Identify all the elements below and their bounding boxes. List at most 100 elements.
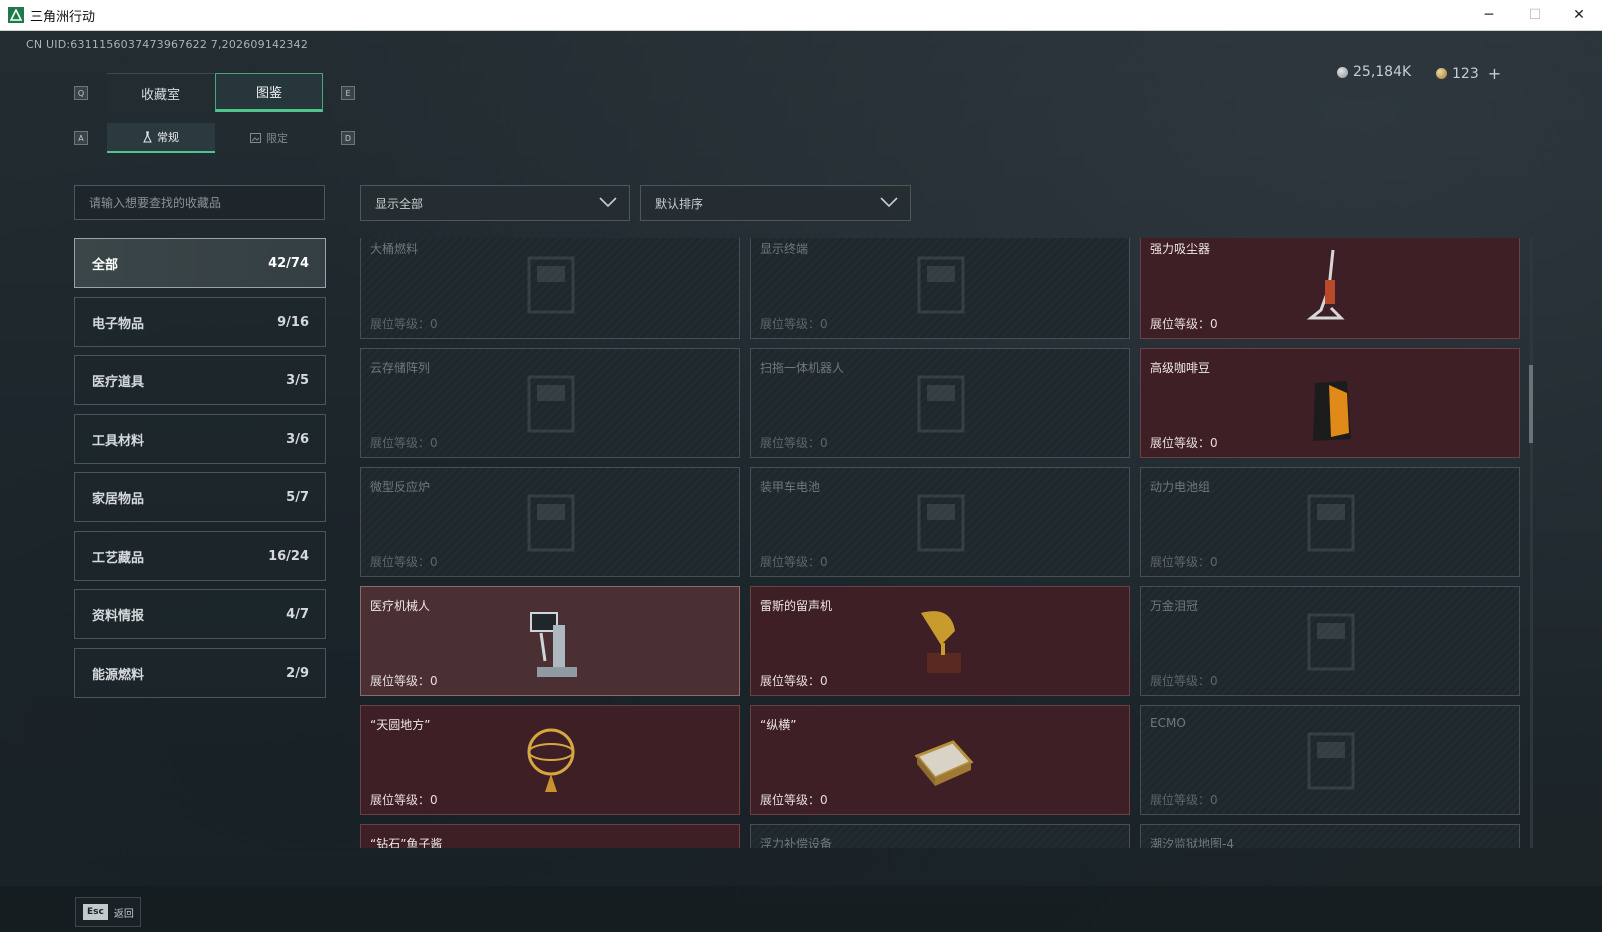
tab-codex[interactable]: 图鉴 xyxy=(215,73,323,112)
tab-next-key: E xyxy=(341,86,355,100)
subtab-limited[interactable]: 限定 xyxy=(215,123,323,153)
armillary-icon xyxy=(527,728,575,792)
card-level: 展位等级：0 xyxy=(1150,555,1218,569)
category-count: 5/7 xyxy=(286,489,309,505)
sort-dropdown[interactable]: 默认排序 xyxy=(640,185,911,221)
map-icon xyxy=(1281,839,1381,848)
card-level: 展位等级：0 xyxy=(760,793,828,807)
gramophone-icon xyxy=(921,611,961,673)
card-level: 展位等级：0 xyxy=(760,317,828,331)
card-level: 展位等级：0 xyxy=(370,674,438,688)
category-count: 42/74 xyxy=(268,255,309,271)
category-count: 3/5 xyxy=(286,372,309,388)
collection-card[interactable]: 动力电池组展位等级：0 xyxy=(1140,467,1520,577)
category-count: 4/7 xyxy=(286,606,309,622)
close-button[interactable]: ✕ xyxy=(1556,0,1602,30)
tab-label: 收藏室 xyxy=(140,87,180,103)
silver-amount: 25,184K xyxy=(1353,64,1412,80)
category-crafts[interactable]: 工艺藏品 16/24 xyxy=(74,531,326,581)
collection-card[interactable]: “天圆地方” 展位等级：0 xyxy=(360,705,740,815)
category-label: 能源燃料 xyxy=(92,667,145,683)
medical-robot-icon xyxy=(530,612,577,677)
add-currency-button[interactable]: + xyxy=(1488,64,1501,83)
subtab-next-key: D xyxy=(341,131,355,145)
card-level: 展位等级：0 xyxy=(1150,793,1218,807)
tab-collection-room[interactable]: 收藏室 xyxy=(107,73,214,112)
card-name: 大桶燃料 xyxy=(370,242,419,256)
collection-card[interactable]: ECMO 展位等级：0 xyxy=(1140,705,1520,815)
flask-icon xyxy=(143,131,152,143)
card-name: 高级咖啡豆 xyxy=(1150,361,1211,375)
card-name: 装甲车电池 xyxy=(760,480,821,494)
app-logo-icon xyxy=(8,7,24,23)
collection-card[interactable]: 云存储阵列展位等级：0 xyxy=(360,348,740,458)
collection-card[interactable]: 强力吸尘器展位等级：0 xyxy=(1140,238,1520,339)
collection-card[interactable]: 雷斯的留声机 展位等级：0 xyxy=(750,586,1130,696)
esc-key-icon: Esc xyxy=(83,904,108,920)
category-all[interactable]: 全部 42/74 xyxy=(74,238,326,288)
card-level: 展位等级：0 xyxy=(370,555,438,569)
card-level: 展位等级：0 xyxy=(370,436,438,450)
card-name: 云存储阵列 xyxy=(370,361,431,375)
subtab-label: 常规 xyxy=(157,131,179,144)
maximize-button[interactable]: ☐ xyxy=(1512,0,1558,30)
fuel-barrel-icon xyxy=(527,256,575,314)
back-button[interactable]: Esc 返回 xyxy=(75,897,141,927)
collection-card[interactable]: 浮力补偿设备展位等级：0 xyxy=(750,824,1130,848)
search-input[interactable]: 请输入想要查找的收藏品 xyxy=(74,185,325,220)
silver-coin-icon xyxy=(1337,66,1348,78)
category-energy[interactable]: 能源燃料 2/9 xyxy=(74,648,326,698)
card-level: 展位等级：0 xyxy=(760,436,828,450)
card-name: 潮汐监狱地图-4 xyxy=(1150,837,1234,848)
gold-coin-icon xyxy=(1436,68,1447,79)
collection-grid[interactable]: 大桶燃料 展位等级：0 显示终端 展位等级：0 强力吸尘器 展位等级：0 云存储阵列 展位等级… xyxy=(360,238,1520,848)
collection-card[interactable]: “钻石”鱼子酱展位等级：0 xyxy=(360,824,740,848)
category-household[interactable]: 家居物品 5/7 xyxy=(74,472,326,522)
card-name: 浮力补偿设备 xyxy=(760,837,833,848)
card-level: 展位等级：0 xyxy=(1150,317,1218,331)
reactor-icon xyxy=(527,494,575,552)
gold-amount: 123 xyxy=(1452,65,1479,82)
category-electronics[interactable]: 电子物品 9/16 xyxy=(74,297,326,347)
minimize-button[interactable]: ─ xyxy=(1466,0,1512,30)
category-tools[interactable]: 工具材料 3/6 xyxy=(74,414,326,464)
subtab-label: 限定 xyxy=(266,132,288,145)
card-name: 强力吸尘器 xyxy=(1150,242,1211,256)
card-name: “纵横” xyxy=(760,718,797,732)
window-title: 三角洲行动 xyxy=(30,9,96,25)
battery-icon xyxy=(917,494,965,552)
minimize-icon: ─ xyxy=(1484,7,1494,23)
card-level: 展位等级：0 xyxy=(370,317,438,331)
battery-pack-icon xyxy=(1307,494,1355,552)
crown-icon xyxy=(1307,613,1355,671)
category-count: 3/6 xyxy=(286,431,309,447)
collection-card[interactable]: 高级咖啡豆展位等级：0 xyxy=(1140,348,1520,458)
category-medical[interactable]: 医疗道具 3/5 xyxy=(74,355,326,405)
ecmo-icon xyxy=(1307,732,1355,790)
card-name: 动力电池组 xyxy=(1150,480,1211,494)
collection-card[interactable]: 大桶燃料展位等级：0 xyxy=(360,238,740,339)
silver-currency: 25,184K xyxy=(1337,64,1411,80)
player-uid: CN UID:6311156037473967622 7,20260914234… xyxy=(26,38,309,51)
collection-card[interactable]: 医疗机械人 展位等级：0 xyxy=(360,586,740,696)
subtab-regular[interactable]: 常规 xyxy=(107,123,215,153)
collection-card[interactable]: “纵横” 展位等级：0 xyxy=(750,705,1130,815)
card-name: 显示终端 xyxy=(760,242,809,256)
collection-card[interactable]: 显示终端展位等级：0 xyxy=(750,238,1130,339)
card-name: 扫拖一体机器人 xyxy=(760,361,845,375)
collection-card[interactable]: 装甲车电池 展位等级：0 xyxy=(750,467,1130,577)
bottom-bar xyxy=(0,886,1602,932)
category-intel[interactable]: 资料情报 4/7 xyxy=(74,589,326,639)
card-name: 微型反应炉 xyxy=(370,480,431,494)
grid-scrollbar[interactable] xyxy=(1530,238,1533,848)
collection-card[interactable]: 扫拖一体机器人 展位等级：0 xyxy=(750,348,1130,458)
collection-card[interactable]: 万金泪冠 展位等级：0 xyxy=(1140,586,1520,696)
collection-card[interactable]: 潮汐监狱地图-4展位等级：0 xyxy=(1140,824,1520,848)
card-level: 展位等级：0 xyxy=(1150,436,1218,450)
card-level: 展位等级：0 xyxy=(760,674,828,688)
grid-scrollbar-thumb[interactable] xyxy=(1529,365,1533,443)
maximize-icon: ☐ xyxy=(1528,7,1542,23)
filter-dropdown[interactable]: 显示全部 xyxy=(360,185,630,221)
back-label: 返回 xyxy=(113,908,134,920)
collection-card[interactable]: 微型反应炉展位等级：0 xyxy=(360,467,740,577)
